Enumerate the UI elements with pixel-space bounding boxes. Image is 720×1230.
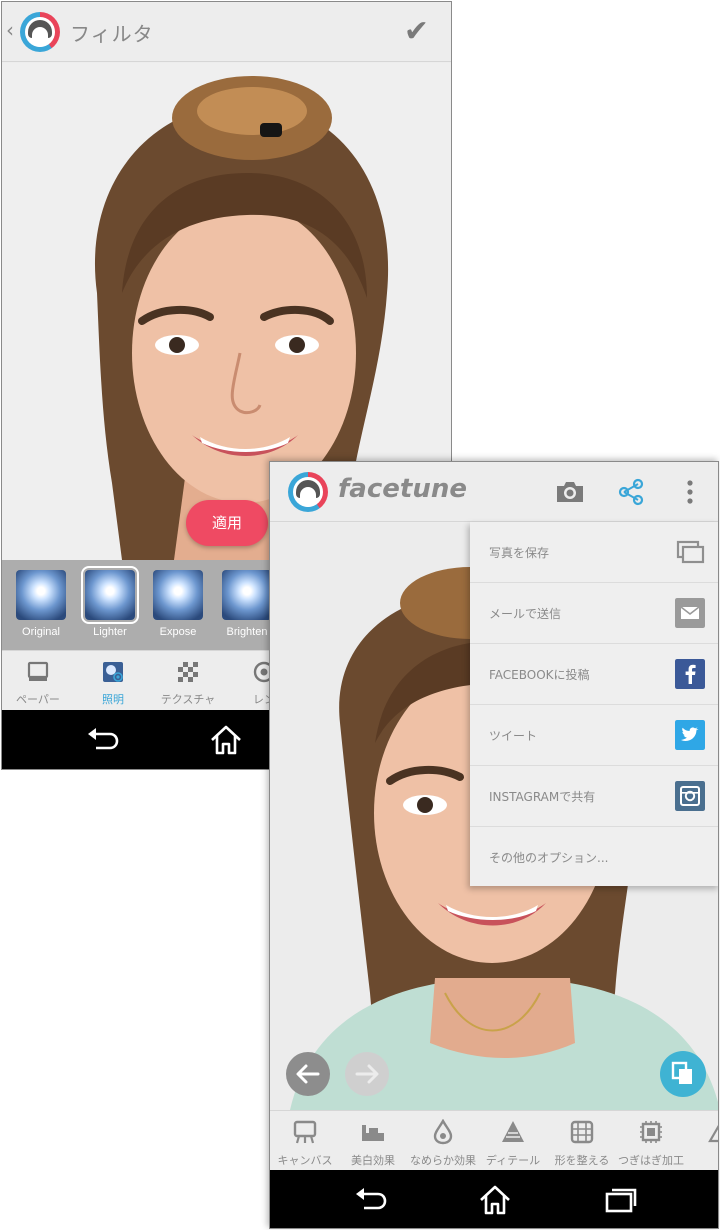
tool-label: 美白効果 [351, 1154, 395, 1167]
menu-item-label: その他のオプション... [489, 851, 609, 865]
checkmark-icon[interactable]: ✔ [404, 14, 429, 49]
menu-item-label: メールで送信 [489, 607, 562, 621]
facetune-logo-icon [20, 12, 60, 52]
menu-item-label: ツイート [489, 729, 538, 743]
filter-header: ‹ フィルタ ✔ [2, 2, 451, 62]
menu-item-facebook[interactable]: FACEBOOKに投稿 [470, 644, 718, 705]
redo-button[interactable] [345, 1052, 389, 1096]
tool-whiten[interactable]: 美白効果 [338, 1119, 408, 1168]
tool-label: ペーパー [16, 693, 60, 706]
nav-recents-icon[interactable] [603, 1182, 639, 1218]
tool-patch[interactable]: つぎはぎ加工 [616, 1119, 686, 1168]
filter-brighten[interactable]: Brighten [222, 570, 272, 638]
tool-label: なめらか効果 [410, 1154, 476, 1167]
tool-paper[interactable]: ペーパー [2, 661, 78, 707]
filter-thumbnail [81, 566, 139, 624]
apply-button[interactable]: 適用 [186, 500, 268, 546]
tool-tone[interactable]: ト [686, 1119, 718, 1168]
filter-thumbnail [222, 570, 272, 620]
tool-label: ト [686, 1152, 719, 1168]
mail-icon [675, 598, 705, 628]
filter-original[interactable]: Original [16, 570, 66, 638]
menu-item-instagram[interactable]: INSTAGRAMで共有 [470, 766, 718, 827]
tool-canvas[interactable]: キャンバス [270, 1119, 340, 1168]
tool-texture[interactable]: テクスチャ [148, 661, 228, 707]
undo-button[interactable] [286, 1052, 330, 1096]
arrow-left-icon [296, 1064, 320, 1084]
filter-lighter[interactable]: Lighter [81, 566, 139, 638]
tool-label: テクスチャ [160, 693, 216, 706]
tool-label: ディテール [485, 1154, 541, 1167]
nav-back-icon[interactable] [352, 1182, 388, 1218]
menu-item-label: 写真を保存 [489, 546, 550, 560]
menu-item-label: INSTAGRAMで共有 [489, 790, 596, 804]
save-photo-icon [676, 540, 705, 564]
tool-reshape[interactable]: 形を整える [547, 1119, 617, 1168]
smooth-icon [433, 1118, 453, 1145]
lighting-icon [103, 662, 123, 682]
filter-label: Expose [159, 626, 197, 638]
menu-item-save-photo[interactable]: 写真を保存 [470, 522, 718, 583]
menu-item-more-options[interactable]: その他のオプション... [470, 827, 718, 888]
nav-home-icon[interactable] [208, 722, 244, 758]
app-brand-title: facetune [338, 474, 467, 504]
app-header: facetune [270, 462, 718, 522]
compare-icon [671, 1061, 692, 1084]
menu-item-tweet[interactable]: ツイート [470, 705, 718, 766]
menu-item-mail[interactable]: メールで送信 [470, 583, 718, 644]
texture-icon [178, 662, 198, 682]
paper-icon [27, 661, 49, 681]
tool-smooth[interactable]: なめらか効果 [408, 1118, 478, 1168]
filter-thumbnail [16, 570, 66, 620]
share-screen: facetune 写真を保存 メールで送信 FACEBOOKに投稿 ツイート I… [269, 461, 719, 1229]
filter-label: Original [22, 626, 60, 638]
instagram-icon [675, 781, 705, 811]
tone-icon [708, 1124, 718, 1143]
arrow-right-icon [355, 1064, 379, 1084]
editing-toolbar: キャンバス 美白効果 なめらか効果 ディテール 形を整える つぎはぎ加工 ト [270, 1110, 718, 1170]
twitter-icon [675, 720, 705, 750]
share-menu: 写真を保存 メールで送信 FACEBOOKに投稿 ツイート INSTAGRAMで… [470, 522, 718, 888]
tool-label: キャンバス [277, 1154, 333, 1167]
menu-item-label: FACEBOOKに投稿 [489, 668, 590, 682]
canvas-icon [293, 1120, 317, 1144]
camera-icon[interactable] [554, 476, 586, 508]
tool-lighting[interactable]: 照明 [73, 661, 153, 707]
more-vert-icon[interactable] [674, 476, 706, 508]
filter-label: Lighter [93, 626, 127, 638]
patch-icon [640, 1121, 662, 1143]
facebook-icon [675, 659, 705, 689]
facetune-logo-icon [288, 472, 328, 512]
reshape-icon [570, 1120, 594, 1144]
detail-icon [502, 1121, 524, 1142]
filter-expose[interactable]: Expose [153, 570, 203, 638]
chevron-left-icon[interactable]: ‹ [6, 18, 14, 42]
tool-label: 照明 [102, 693, 124, 706]
filter-thumbnail [153, 570, 203, 620]
system-nav-bar [270, 1170, 718, 1228]
whiten-icon [362, 1125, 384, 1141]
tool-label: 形を整える [554, 1154, 610, 1167]
nav-home-icon[interactable] [477, 1182, 513, 1218]
tool-label: つぎはぎ加工 [618, 1154, 684, 1167]
nav-back-icon[interactable] [84, 722, 120, 758]
page-title: フィルタ [70, 22, 154, 46]
share-icon[interactable] [615, 476, 647, 508]
compare-button[interactable] [660, 1051, 706, 1097]
filter-label: Brighten [226, 626, 268, 638]
tool-detail[interactable]: ディテール [478, 1119, 548, 1168]
